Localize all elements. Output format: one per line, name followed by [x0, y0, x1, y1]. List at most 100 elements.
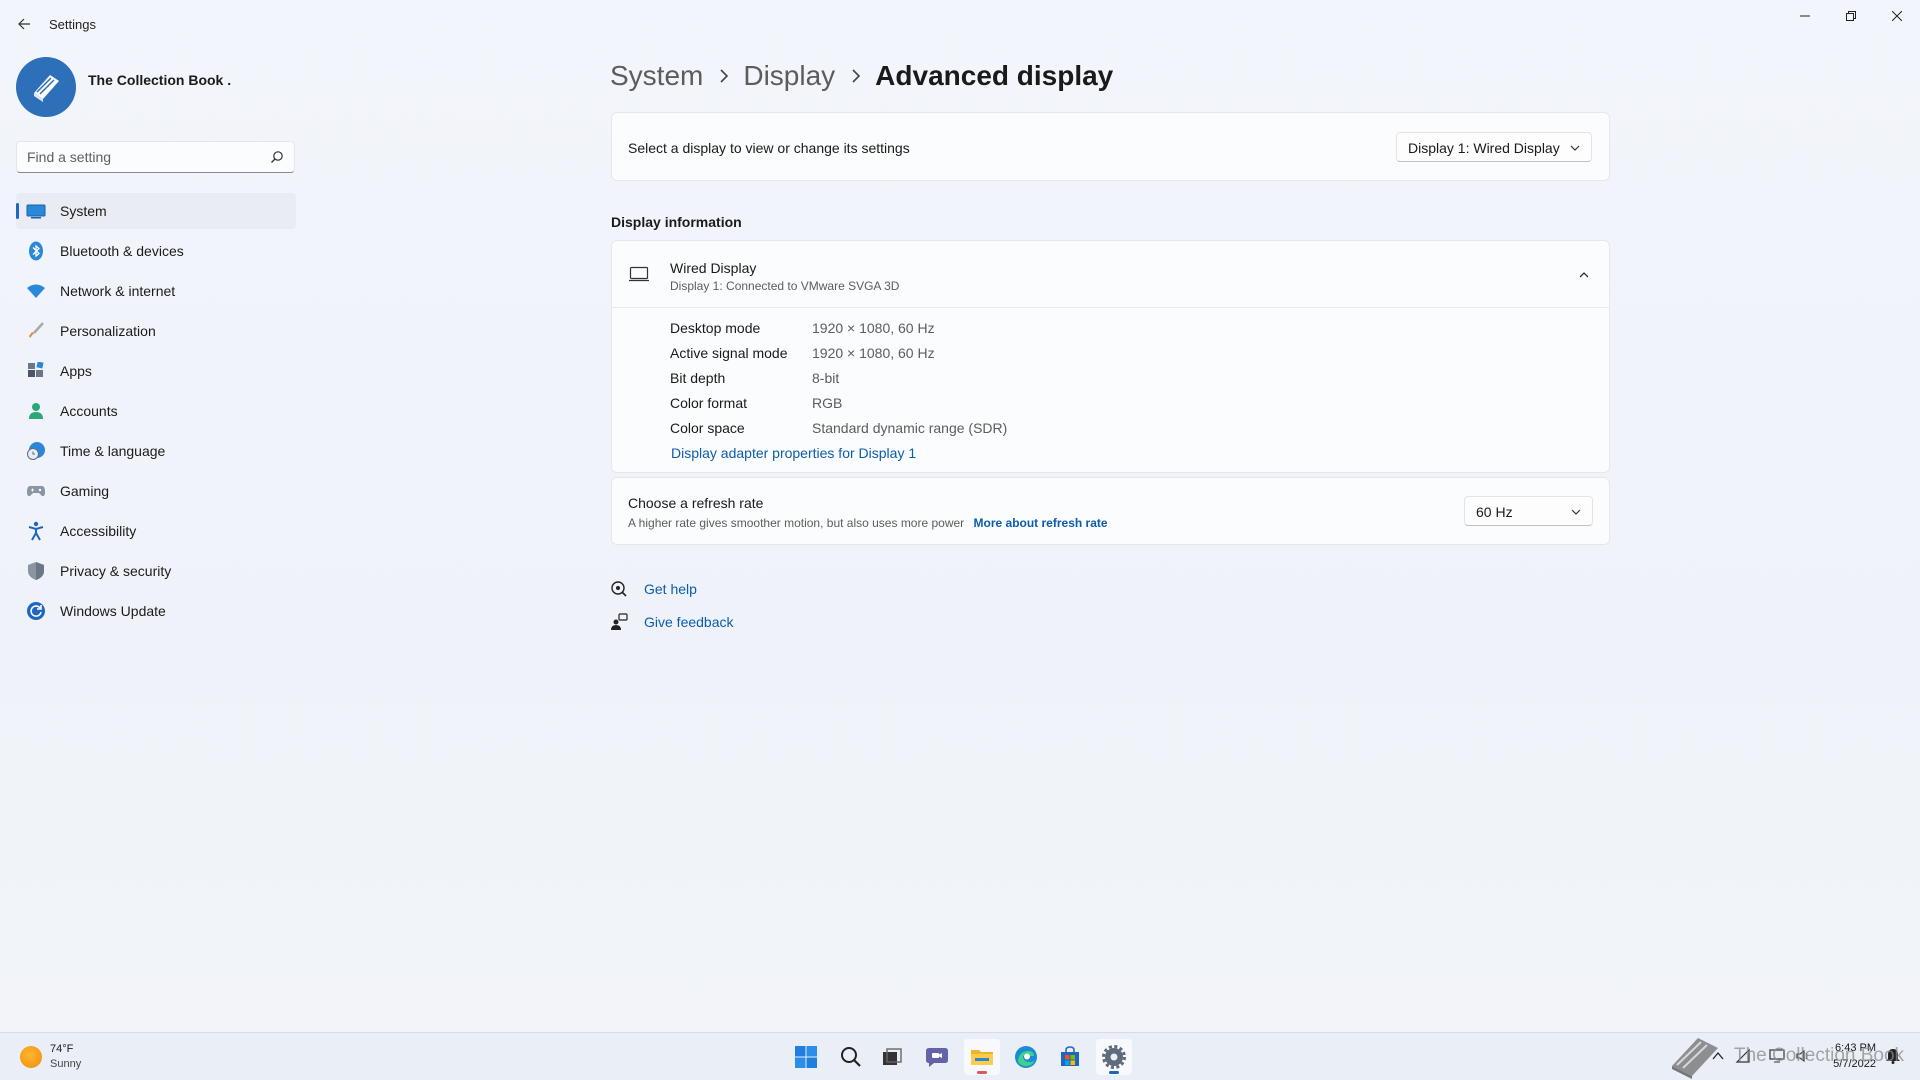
chevron-down-icon	[1570, 145, 1580, 151]
tray-volume[interactable]	[1794, 1047, 1812, 1065]
monitor-icon	[26, 201, 46, 221]
chevron-right-icon	[851, 69, 861, 83]
avatar[interactable]	[16, 57, 76, 117]
sidebar-item-network[interactable]: Network & internet	[16, 273, 296, 309]
sidebar-item-label: Network & internet	[60, 283, 176, 299]
settings-taskbar-button[interactable]	[1096, 1039, 1132, 1075]
monitor-icon	[629, 266, 649, 282]
refresh-rate-description: A higher rate gives smoother motion, but…	[628, 516, 965, 530]
sidebar-item-label: Privacy & security	[60, 563, 172, 579]
page-title: Advanced display	[875, 60, 1114, 91]
breadcrumb-system[interactable]: System	[610, 60, 703, 92]
task-view-button[interactable]	[874, 1039, 910, 1075]
gamepad-icon	[26, 481, 46, 501]
display-select-card: Select a display to view or change its s…	[611, 112, 1610, 181]
breadcrumb-display[interactable]: Display	[743, 60, 835, 92]
clock-date[interactable]: 5/7/2022	[1820, 1058, 1876, 1070]
sidebar-item-label: Accounts	[60, 403, 118, 419]
info-value: 1920 × 1080, 60 Hz	[812, 345, 935, 361]
arrow-left-icon	[18, 18, 30, 30]
minimize-button[interactable]	[1782, 0, 1828, 32]
chevron-up-icon	[1579, 272, 1589, 278]
chevron-up-icon	[1712, 1051, 1724, 1060]
store-button[interactable]	[1052, 1039, 1088, 1075]
minimize-icon	[1800, 15, 1810, 17]
refresh-rate-value: 60 Hz	[1476, 504, 1513, 520]
start-button[interactable]	[788, 1039, 824, 1075]
info-key: Color space	[670, 420, 745, 436]
close-button[interactable]	[1874, 0, 1920, 32]
teams-chat-icon	[926, 1048, 948, 1067]
give-feedback-label: Give feedback	[644, 614, 734, 630]
weather-condition[interactable]: Sunny	[50, 1058, 81, 1070]
refresh-rate-title: Choose a refresh rate	[628, 495, 764, 511]
back-button[interactable]	[12, 12, 36, 36]
display-info-header[interactable]: Wired Display Display 1: Connected to VM…	[612, 241, 1609, 308]
search-icon	[841, 1047, 861, 1067]
more-about-refresh-rate-link[interactable]: More about refresh rate	[974, 516, 1108, 530]
file-explorer-button[interactable]	[964, 1039, 1000, 1075]
info-value: Standard dynamic range (SDR)	[812, 420, 1008, 436]
restore-icon	[1846, 11, 1856, 21]
display-connection: Display 1: Connected to VMware SVGA 3D	[670, 279, 900, 293]
monitor-icon	[1769, 1049, 1785, 1063]
edge-icon	[1015, 1046, 1037, 1068]
teams-chat-button[interactable]	[919, 1039, 955, 1075]
weather-temperature[interactable]: 74°F	[50, 1043, 73, 1055]
display-info-card: Wired Display Display 1: Connected to VM…	[611, 240, 1610, 473]
notification-bell-icon	[1886, 1049, 1900, 1064]
sidebar-item-label: Apps	[60, 363, 92, 379]
taskbar-search-button[interactable]	[833, 1039, 869, 1075]
search-icon[interactable]	[270, 150, 284, 164]
refresh-rate-card: Choose a refresh rate A higher rate give…	[611, 477, 1610, 545]
show-hidden-icons-button[interactable]	[1709, 1047, 1727, 1065]
sidebar-item-time-language[interactable]: Time & language	[16, 433, 296, 469]
give-feedback-link[interactable]: Give feedback	[610, 610, 734, 634]
book-logo-icon	[34, 75, 59, 102]
collapse-button[interactable]	[1574, 265, 1594, 285]
info-value: RGB	[812, 395, 843, 411]
display-select-label: Select a display to view or change its s…	[628, 140, 910, 156]
sidebar-item-label: Windows Update	[60, 603, 166, 619]
taskbar: 74°F Sunny 6:43 PM 5/7/2022	[0, 1032, 1920, 1080]
clock-time[interactable]: 6:43 PM	[1830, 1042, 1876, 1054]
title-bar: Settings	[0, 0, 1920, 48]
adapter-properties-link[interactable]: Display adapter properties for Display 1	[671, 445, 916, 461]
tray-network[interactable]	[1734, 1047, 1752, 1065]
refresh-rate-dropdown[interactable]: 60 Hz	[1464, 496, 1593, 526]
sidebar-item-accessibility[interactable]: Accessibility	[16, 513, 296, 549]
profile-name: The Collection Book .	[88, 72, 232, 88]
tray-display[interactable]	[1768, 1047, 1786, 1065]
search-box[interactable]	[16, 141, 295, 173]
sidebar-item-bluetooth[interactable]: Bluetooth & devices	[16, 233, 296, 269]
sidebar-item-personalization[interactable]: Personalization	[16, 313, 296, 349]
sidebar-item-gaming[interactable]: Gaming	[16, 473, 296, 509]
search-input[interactable]	[27, 142, 267, 172]
start-icon	[795, 1046, 817, 1068]
sidebar-item-windows-update[interactable]: Windows Update	[16, 593, 296, 629]
globe-clock-icon	[26, 441, 46, 461]
info-key: Desktop mode	[670, 320, 761, 336]
sidebar-item-label: Accessibility	[60, 523, 137, 539]
get-help-link[interactable]: Get help	[610, 577, 697, 601]
info-key: Color format	[670, 395, 748, 411]
sidebar-item-privacy-security[interactable]: Privacy & security	[16, 553, 296, 589]
running-indicator	[1109, 1071, 1119, 1074]
display-dropdown[interactable]: Display 1: Wired Display	[1396, 132, 1592, 162]
sidebar-item-apps[interactable]: Apps	[16, 353, 296, 389]
sidebar-item-accounts[interactable]: Accounts	[16, 393, 296, 429]
network-icon	[1735, 1048, 1750, 1063]
display-dropdown-value: Display 1: Wired Display	[1408, 140, 1560, 156]
sun-icon[interactable]	[20, 1046, 42, 1068]
feedback-icon	[610, 613, 628, 631]
edge-button[interactable]	[1008, 1039, 1044, 1075]
settings-icon	[1102, 1045, 1126, 1069]
sidebar-item-system[interactable]: System	[16, 193, 296, 229]
restore-button[interactable]	[1828, 0, 1874, 32]
info-key: Active signal mode	[670, 345, 788, 361]
sidebar-item-label: System	[60, 203, 107, 219]
notification-button[interactable]	[1884, 1047, 1902, 1065]
person-icon	[26, 401, 46, 421]
chevron-down-icon	[1571, 509, 1581, 515]
bluetooth-icon	[26, 241, 46, 261]
